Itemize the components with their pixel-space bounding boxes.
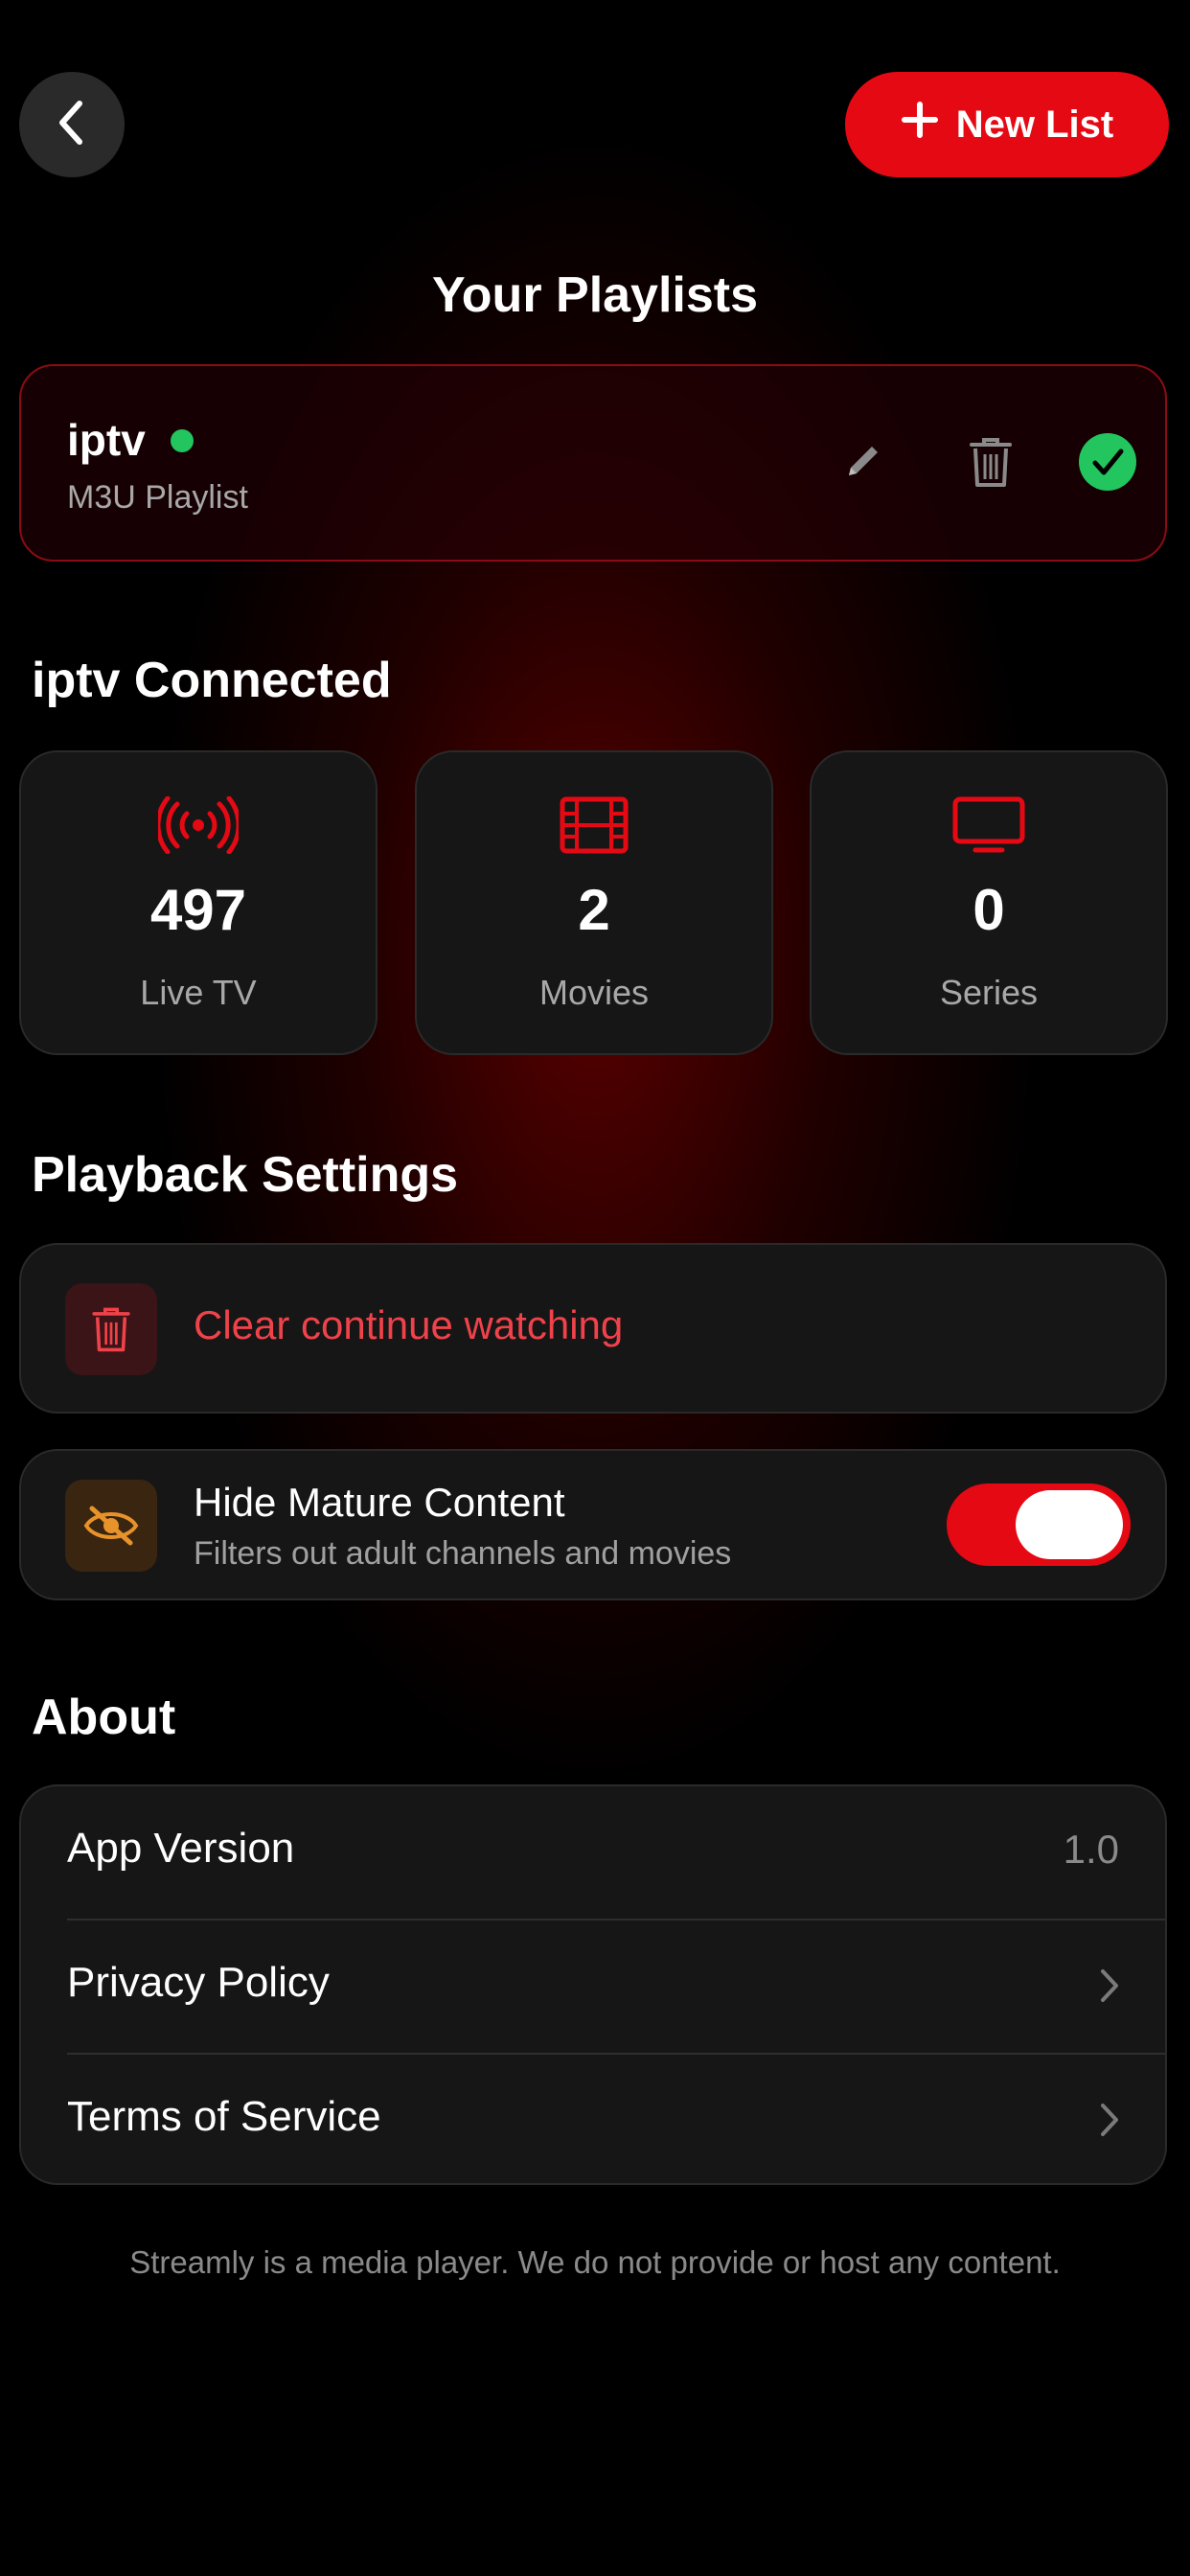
broadcast-icon: [21, 796, 376, 854]
playlist-card[interactable]: iptv M3U Playlist: [19, 364, 1167, 562]
connection-title: iptv Connected: [32, 653, 392, 708]
stat-card-live-tv[interactable]: 497 Live TV: [19, 750, 378, 1055]
trash-icon[interactable]: [952, 424, 1029, 500]
playback-settings-title: Playback Settings: [32, 1147, 459, 1203]
chevron-left-icon: [53, 98, 91, 152]
pencil-icon[interactable]: [824, 424, 901, 500]
tv-icon: [812, 796, 1166, 854]
stat-value: 497: [149, 878, 247, 942]
playlist-name: iptv: [67, 415, 146, 465]
page-title: Your Playlists: [431, 267, 759, 323]
hide-mature-content-subtitle: Filters out adult channels and movies: [194, 1535, 732, 1572]
stat-value: 2: [578, 878, 610, 942]
stat-label: Series: [939, 973, 1039, 1012]
playlist-type: M3U Playlist: [67, 479, 248, 516]
stat-card-movies[interactable]: 2 Movies: [415, 750, 773, 1055]
new-list-label: New List: [955, 103, 1114, 146]
back-button[interactable]: [19, 72, 125, 177]
privacy-policy-row[interactable]: Privacy Policy: [21, 1920, 1165, 2053]
eye-slash-icon: [65, 1480, 157, 1572]
about-list: App Version 1.0 Privacy Policy Terms of …: [19, 1784, 1167, 2185]
stat-label: Movies: [538, 973, 650, 1012]
about-title: About: [32, 1690, 176, 1745]
new-list-button[interactable]: New List: [845, 72, 1169, 177]
footer-disclaimer: Streamly is a media player. We do not pr…: [129, 2244, 1061, 2280]
trash-icon: [65, 1283, 157, 1375]
app-version-label: App Version: [67, 1825, 295, 1872]
toggle-knob: [1016, 1490, 1123, 1559]
app-version-row: App Version 1.0: [21, 1786, 1165, 1919]
plus-icon: [901, 101, 939, 149]
hide-mature-content-toggle[interactable]: [947, 1484, 1131, 1566]
clear-continue-watching-button[interactable]: Clear continue watching: [19, 1243, 1167, 1414]
chevron-right-icon: [1098, 2101, 1121, 2144]
terms-of-service-label: Terms of Service: [67, 2093, 381, 2140]
chevron-right-icon: [1098, 1966, 1121, 2010]
playlist-status-dot: [171, 429, 194, 452]
film-icon: [417, 796, 771, 854]
stat-label: Live TV: [140, 973, 257, 1012]
app-version-value: 1.0: [1063, 1827, 1119, 1872]
stat-card-series[interactable]: 0 Series: [810, 750, 1168, 1055]
privacy-policy-label: Privacy Policy: [67, 1959, 330, 2006]
checkmark-icon[interactable]: [1069, 424, 1146, 500]
hide-mature-content-row: Hide Mature Content Filters out adult ch…: [19, 1449, 1167, 1600]
clear-continue-watching-label: Clear continue watching: [194, 1302, 624, 1347]
stat-value: 0: [973, 878, 1005, 942]
hide-mature-content-title: Hide Mature Content: [194, 1480, 565, 1525]
terms-of-service-row[interactable]: Terms of Service: [21, 2055, 1165, 2183]
